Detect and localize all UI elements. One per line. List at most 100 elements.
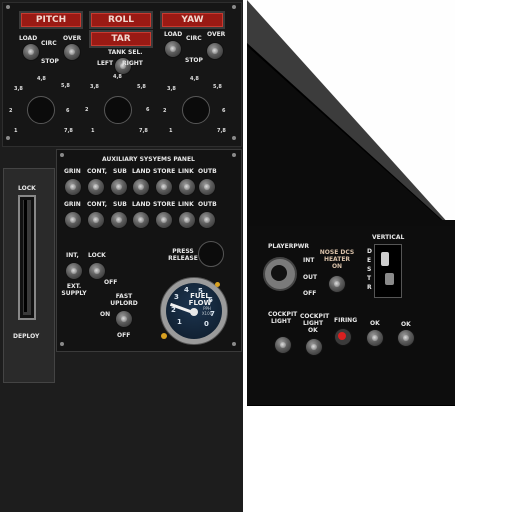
fast-uplord-switch[interactable] xyxy=(115,310,133,328)
dial-tick: 7,8 xyxy=(217,128,226,134)
gauge-adjust-knob[interactable] xyxy=(161,333,167,339)
firing-lamp-light xyxy=(338,332,346,340)
aux-label: GRIN xyxy=(64,201,81,208)
int-label-right: INT xyxy=(303,257,315,264)
right-mode-switch[interactable] xyxy=(164,40,182,58)
dial-tick: 3,8 xyxy=(167,86,176,92)
aux-switch-cont-2[interactable] xyxy=(87,211,105,229)
int-label: INT, xyxy=(66,252,79,259)
aux-label: LAND xyxy=(132,168,151,175)
screw xyxy=(60,153,64,157)
deploy-lever-slot[interactable] xyxy=(18,195,36,320)
aux-switch-cont-1[interactable] xyxy=(87,178,105,196)
left-mode-switch[interactable] xyxy=(22,43,40,61)
aux-label: LINK xyxy=(178,201,194,208)
aux-switch-store-1[interactable] xyxy=(155,178,173,196)
aux-switch-outb-1[interactable] xyxy=(198,178,216,196)
dial-tick: 3,8 xyxy=(14,86,23,92)
aux-switch-grin-2[interactable] xyxy=(64,211,82,229)
playerpwr-label: PLAYERPWR xyxy=(268,243,309,250)
aux-switch-outb-2[interactable] xyxy=(198,211,216,229)
right-mode-switch-b[interactable] xyxy=(206,42,224,60)
dial-tick: 5,8 xyxy=(137,84,146,90)
screw xyxy=(232,342,236,346)
gauge-indicator xyxy=(215,282,220,287)
out-label: OUT xyxy=(303,274,318,281)
aux-switch-land-1[interactable] xyxy=(132,178,150,196)
dial-tick: 1 xyxy=(14,128,18,134)
ok-label: OK xyxy=(370,320,380,327)
right-label: RIGHT xyxy=(122,60,143,67)
screw xyxy=(232,5,236,9)
ok-switch-2[interactable] xyxy=(397,329,415,347)
gauge-tick: 1 xyxy=(177,318,182,326)
off-label-right: OFF xyxy=(303,290,317,297)
dial-tick: 6 xyxy=(66,108,70,114)
aux-label: CONT, xyxy=(87,201,108,208)
gauge-tick: 0 xyxy=(204,320,209,328)
aux-switch-sub-1[interactable] xyxy=(110,178,128,196)
aux-switch-land-2[interactable] xyxy=(132,211,150,229)
aux-switch-grin-1[interactable] xyxy=(64,178,82,196)
vertical-handle-lower[interactable] xyxy=(385,273,394,285)
trim-knob-3[interactable] xyxy=(182,96,210,124)
tar-button[interactable]: TAR xyxy=(89,30,153,48)
deploy-lever-track xyxy=(24,200,27,312)
aux-label: GRIN xyxy=(64,168,81,175)
press-release-label: PRESS RELEASE xyxy=(168,248,198,262)
cockpit-light-label: COCKPIT LIGHT xyxy=(268,311,298,325)
dial-tick: 1 xyxy=(91,128,95,134)
dial-tick: 4,8 xyxy=(190,76,199,82)
gauge-tick: 3 xyxy=(174,293,179,301)
aux-panel-title: AUXILIARY SYSYEMS PANEL xyxy=(102,156,195,163)
vertical-label: VERTICAL xyxy=(372,234,405,241)
off-label-aux: OFF xyxy=(104,279,118,286)
load-label: LOAD xyxy=(19,35,38,42)
dial-tick: 6 xyxy=(222,108,226,114)
roll-button[interactable]: ROLL xyxy=(89,11,153,29)
dial-tick: 5,8 xyxy=(61,83,70,89)
aux-label: OUTB xyxy=(198,201,217,208)
off-label-uplord: OFF xyxy=(117,332,131,339)
vertical-letter: S xyxy=(367,266,372,273)
cockpit-light-switch-1[interactable] xyxy=(274,336,292,354)
over-label: OVER xyxy=(63,35,82,42)
aux-switch-sub-2[interactable] xyxy=(110,211,128,229)
trim-knob-2[interactable] xyxy=(104,96,132,124)
vertical-handle[interactable] xyxy=(381,252,389,266)
cockpit-light-switch-2[interactable] xyxy=(305,338,323,356)
playerpwr-knob-cap xyxy=(271,265,287,281)
stop-label-right: STOP xyxy=(185,57,203,64)
fast-uplord-label: FAST UPLORD xyxy=(110,293,138,307)
dial-tick: 2 xyxy=(85,107,89,113)
screw xyxy=(232,136,236,140)
aux-label: SUB xyxy=(113,168,127,175)
aux-switch-store-2[interactable] xyxy=(155,211,173,229)
yaw-button[interactable]: YAW xyxy=(160,11,225,29)
ok-label: OK xyxy=(401,321,411,328)
int-lock-switch-b[interactable] xyxy=(88,262,106,280)
press-release-button[interactable] xyxy=(198,241,224,267)
over-label-right: OVER xyxy=(207,31,226,38)
trim-knob-1[interactable] xyxy=(27,96,55,124)
screw xyxy=(232,153,236,157)
vertical-letter: D xyxy=(367,248,372,255)
left-mode-switch-b[interactable] xyxy=(63,43,81,61)
pitch-button[interactable]: PITCH xyxy=(19,11,83,29)
ok-switch-1[interactable] xyxy=(366,329,384,347)
vertical-letter: R xyxy=(367,284,372,291)
aux-label: LINK xyxy=(178,168,194,175)
aux-switch-link-2[interactable] xyxy=(178,211,196,229)
aux-label: LAND xyxy=(132,201,151,208)
int-lock-switch-a[interactable] xyxy=(65,262,83,280)
aux-label: CONT, xyxy=(87,168,108,175)
ext-supply-label: EXT. SUPPLY xyxy=(61,283,87,297)
nose-heater-switch[interactable] xyxy=(328,275,346,293)
vertical-letter: T xyxy=(367,275,372,282)
deploy-label: DEPLOY xyxy=(13,333,40,340)
stop-label: STOP xyxy=(41,58,59,65)
dial-tick: 2 xyxy=(163,108,167,114)
circ-label-right: CIRC xyxy=(186,35,202,42)
load-label-right: LOAD xyxy=(164,31,183,38)
aux-switch-link-1[interactable] xyxy=(178,178,196,196)
